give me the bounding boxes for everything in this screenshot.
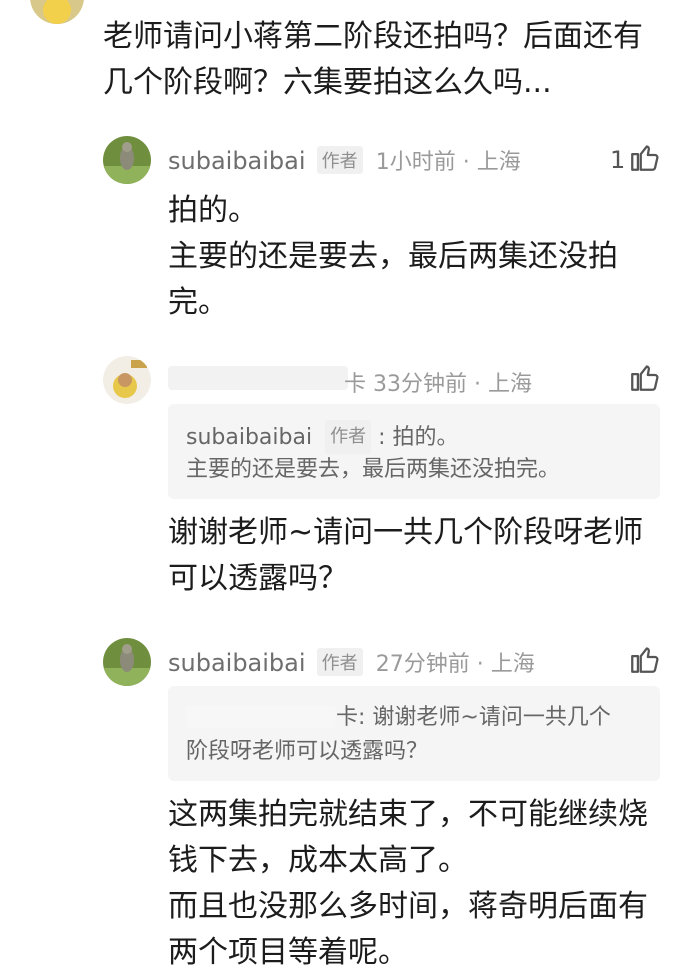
reply3-header: subaibaibai 作者 27分钟前 · 上海 bbox=[168, 646, 588, 678]
thumbs-up-icon bbox=[631, 365, 659, 391]
quote-text-line1: : 拍的。 bbox=[378, 425, 459, 450]
reply1-text: 拍的。 主要的还是要去，最后两集还没拍 完。 bbox=[168, 193, 618, 320]
username[interactable]: subaibaibai bbox=[168, 147, 306, 175]
author-badge: 作者 bbox=[325, 420, 372, 454]
quote-username[interactable]: subaibaibai bbox=[186, 425, 312, 450]
quote-text-line1: 卡: 谢谢老师~请问一共几个 bbox=[336, 705, 611, 730]
redacted-username bbox=[186, 706, 336, 728]
timestamp-location: 1小时前 · 上海 bbox=[375, 150, 521, 175]
author-badge: 作者 bbox=[316, 146, 363, 174]
quoted-reply[interactable]: subaibaibai 作者 : 拍的。 主要的还是要去，最后两集还没拍完。 bbox=[168, 404, 660, 499]
like-button[interactable] bbox=[628, 140, 662, 178]
thumbs-up-icon bbox=[631, 145, 659, 171]
reply2-text: 谢谢老师~请问一共几个阶段呀老师 可以透露吗？ bbox=[168, 515, 644, 596]
timestamp-location: 27分钟前 · 上海 bbox=[375, 652, 535, 677]
quote-text-line2: 阶段呀老师可以透露吗？ bbox=[186, 739, 429, 764]
like-button[interactable] bbox=[628, 360, 662, 398]
author-badge: 作者 bbox=[316, 648, 363, 676]
avatar-top[interactable] bbox=[30, 0, 84, 24]
thumbs-up-icon bbox=[631, 647, 659, 673]
username[interactable]: subaibaibai bbox=[168, 649, 306, 677]
quoted-reply[interactable]: 卡: 谢谢老师~请问一共几个 阶段呀老师可以透露吗？ bbox=[168, 686, 660, 781]
avatar-reply2[interactable] bbox=[103, 356, 151, 404]
reply1-header: subaibaibai 作者 1小时前 · 上海 bbox=[168, 144, 588, 176]
timestamp-location: 卡 33分钟前 · 上海 bbox=[344, 372, 532, 397]
reply3-text: 这两集拍完就结束了，不可能继续烧 钱下去，成本太高了。 而且也没那么多时间，蒋奇… bbox=[168, 797, 648, 970]
like-count: 1 bbox=[610, 146, 626, 174]
top-comment-text: 老师请问小蒋第二阶段还拍吗？后面还有 几个阶段啊？六集要拍这么久吗... bbox=[103, 19, 643, 100]
avatar-subaibaibai[interactable] bbox=[103, 638, 151, 686]
quote-text-line2: 主要的还是要去，最后两集还没拍完。 bbox=[186, 457, 561, 482]
redacted-username bbox=[168, 366, 348, 390]
avatar-subaibaibai[interactable] bbox=[103, 136, 151, 184]
like-button[interactable] bbox=[628, 642, 662, 680]
